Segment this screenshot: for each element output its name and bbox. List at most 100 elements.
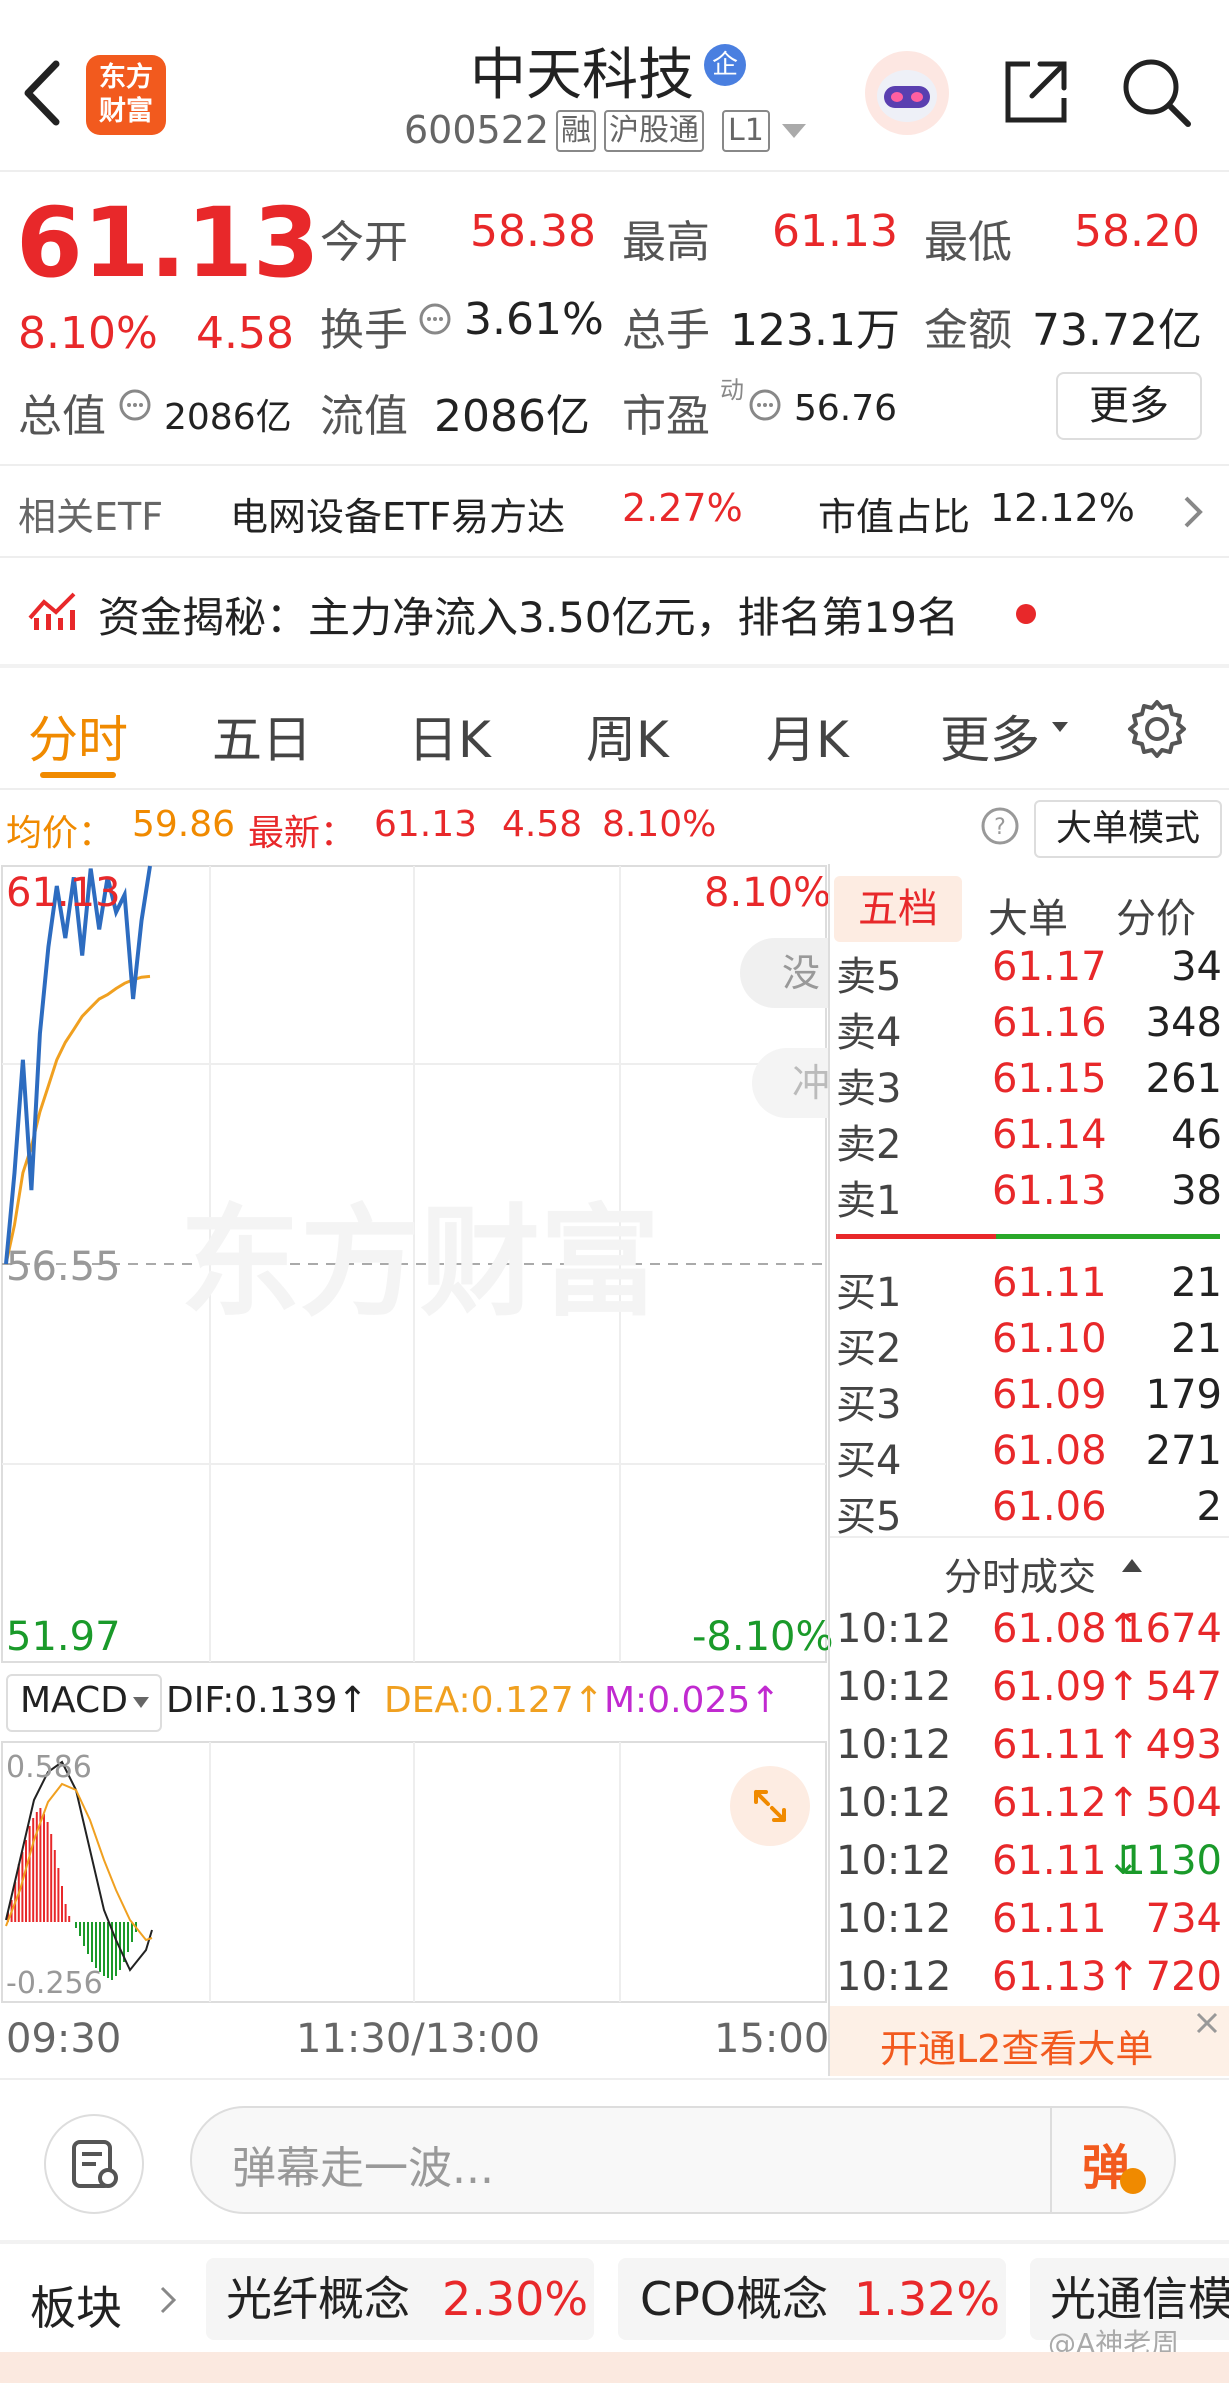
bid-row: 买1 61.11 21	[836, 1260, 1222, 1316]
trade-row: 10:12 61.13↑ 720	[836, 1954, 1222, 2000]
chart-bottom-price: 51.97	[6, 1614, 121, 1660]
trades-header-bg	[830, 1536, 1229, 1538]
ask-row: 卖2 61.14 46	[836, 1112, 1222, 1168]
high-value: 61.13	[772, 206, 898, 257]
macd-label: MACD	[20, 1680, 128, 1721]
logo-text-1: 东方	[99, 62, 153, 93]
ask-row: 卖4 61.16 348	[836, 1000, 1222, 1056]
tag-margin: 融	[556, 110, 596, 152]
info-icon[interactable]	[118, 388, 152, 426]
float-cap-value: 2086亿	[434, 391, 590, 442]
chart-top-price: 61.13	[6, 870, 121, 916]
trade-row: 10:12 61.11↑ 493	[836, 1722, 1222, 1768]
avg-value: 59.86	[132, 804, 236, 845]
etf-name[interactable]: 电网设备ETF易方达	[230, 486, 565, 541]
logo-text-2: 财富	[99, 96, 153, 127]
bid-ask-ratio-bar	[836, 1234, 1220, 1239]
macd-dea-line	[5, 1782, 153, 1942]
low-label: 最低	[924, 217, 1012, 268]
side-tab-1[interactable]: 没	[740, 938, 828, 1008]
total-cap-value: 2086亿	[164, 397, 292, 438]
macd-chart	[0, 1740, 828, 2004]
high-label: 最高	[622, 217, 710, 268]
chevron-right-icon[interactable]	[1182, 494, 1204, 534]
open-value: 58.38	[470, 206, 596, 257]
close-icon[interactable]	[1192, 2008, 1222, 2042]
tag-connect: 沪股通	[604, 110, 704, 152]
danmu-send-button[interactable]: 弹	[1060, 2116, 1160, 2204]
bottom-strip	[0, 2352, 1229, 2383]
trade-row: 10:12 61.11↓ 1130	[836, 1838, 1222, 1884]
open-label: 今开	[320, 217, 408, 268]
turnover-label: 换手	[320, 305, 408, 356]
more-button[interactable]: 更多	[1056, 372, 1202, 440]
ob-tab-big-order[interactable]: 大单	[988, 886, 1068, 944]
trade-row: 10:12 61.08↑ 1674	[836, 1606, 1222, 1652]
sector-pill[interactable]: CPO概念 1.32%	[618, 2258, 1006, 2340]
help-icon[interactable]: ?	[980, 806, 1020, 850]
chart-top-pct: 8.10%	[704, 870, 832, 916]
chart-bottom-pct: -8.10%	[692, 1614, 834, 1660]
macd-dif-line	[5, 1760, 153, 1972]
enterprise-badge: 企	[704, 44, 746, 86]
info-icon[interactable]	[418, 302, 452, 340]
big-order-mode-button[interactable]: 大单模式	[1034, 800, 1222, 858]
bid-row: 买2 61.10 21	[836, 1316, 1222, 1372]
float-cap-label: 流值	[320, 391, 408, 442]
trade-row: 10:12 61.11 734	[836, 1896, 1222, 1942]
svg-text:?: ?	[994, 815, 1006, 840]
expand-icon[interactable]	[730, 1766, 810, 1846]
chevron-right-icon[interactable]	[158, 2284, 178, 2320]
tab-monthly-k[interactable]: 月K	[766, 700, 849, 772]
amount-label: 金额	[924, 305, 1012, 356]
etf-ratio-label: 市值占比	[818, 495, 971, 539]
app-logo[interactable]: 东方 财富	[86, 55, 166, 135]
info-icon[interactable]	[748, 388, 782, 426]
tab-daily-k[interactable]: 日K	[408, 700, 491, 772]
funds-text[interactable]: 资金揭秘：主力净流入3.50亿元，排名第19名	[98, 584, 959, 645]
macd-dropdown[interactable]: MACD	[6, 1674, 162, 1732]
back-icon[interactable]	[18, 58, 68, 128]
amount-value: 73.72亿	[1032, 305, 1202, 356]
sector-label[interactable]: 板块	[30, 2272, 122, 2338]
danmu-placeholder: 弹幕走一波...	[232, 2143, 494, 2194]
tab-weekly-k[interactable]: 周K	[586, 700, 669, 772]
tab-intraday[interactable]: 分时	[28, 700, 128, 772]
volume-label: 总手	[622, 305, 710, 356]
ob-tab-five-level[interactable]: 五档	[834, 876, 962, 942]
search-icon[interactable]	[1118, 54, 1194, 130]
price-chart[interactable]: 东方财富	[0, 864, 828, 1664]
total-cap-label: 总值	[18, 391, 106, 442]
avg-label: 均价：	[6, 813, 115, 854]
bid-row: 买4 61.08 271	[836, 1428, 1222, 1484]
ob-tab-price-dist[interactable]: 分价	[1116, 886, 1196, 944]
tab-five-day[interactable]: 五日	[212, 700, 312, 772]
tag-level: L1	[722, 110, 770, 152]
macd-top: 0.586	[6, 1750, 92, 1785]
change-amount: 4.58	[196, 308, 294, 359]
trade-row: 10:12 61.09↑ 547	[836, 1664, 1222, 1710]
stock-code: 600522	[404, 108, 550, 152]
side-tab-2[interactable]: 冲	[752, 1048, 830, 1118]
dropdown-icon[interactable]	[780, 122, 808, 146]
turnover-value: 3.61%	[464, 294, 604, 345]
change-percent: 8.10%	[18, 308, 158, 359]
sector-pill[interactable]: 光纤概念 2.30%	[206, 2258, 594, 2340]
trades-title[interactable]: 分时成交	[944, 1546, 1096, 1601]
caret-up-icon	[1120, 1556, 1144, 1578]
tab-more[interactable]: 更多	[940, 700, 1040, 772]
etf-label: 相关ETF	[18, 495, 164, 539]
pe-label: 市盈	[622, 391, 710, 442]
tab-active-indicator	[40, 772, 116, 778]
settings-gear-icon[interactable]	[1126, 698, 1188, 764]
robot-assistant-icon[interactable]	[862, 48, 952, 138]
l2-banner[interactable]: 开通L2查看大单	[830, 2006, 1229, 2076]
danmu-settings-icon[interactable]	[44, 2114, 144, 2214]
danmu-input[interactable]: 弹幕走一波... 弹	[190, 2106, 1176, 2214]
pe-dynamic-mark: 动	[720, 376, 744, 404]
etf-ratio: 12.12%	[990, 486, 1135, 530]
macd-dea: DEA:0.127↑	[384, 1680, 604, 1721]
macd-bottom: -0.256	[6, 1966, 103, 2001]
share-icon[interactable]	[1000, 56, 1072, 128]
chart-watermark: 东方财富	[180, 1194, 660, 1333]
